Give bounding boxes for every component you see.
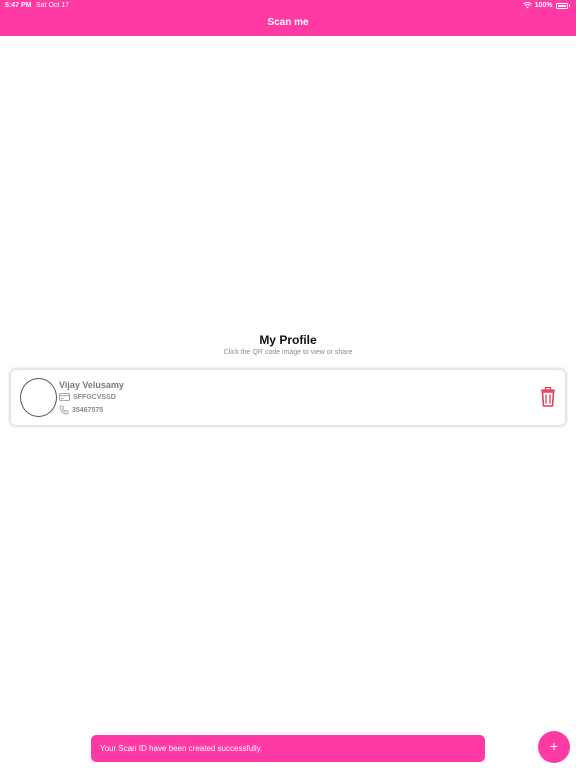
phone-icon [59, 405, 69, 415]
toast-message: Your Scan ID have been created successfu… [91, 735, 485, 762]
header-bar: 5:47 PM Sat Oct 17 100% Scan me [0, 0, 576, 36]
profile-heading: My Profile [259, 333, 317, 347]
page-title: Scan me [267, 17, 309, 28]
profile-id: SFFGCVSSD [73, 393, 116, 401]
status-bar: 5:47 PM Sat Oct 17 100% [0, 0, 576, 12]
id-row: SFFGCVSSD [59, 393, 116, 401]
battery-percent: 100% [534, 2, 553, 9]
profile-phone: 35467575 [72, 406, 104, 414]
phone-row: 35467575 [59, 405, 103, 415]
page: 5:47 PM Sat Oct 17 100% Scan me My Profi… [0, 0, 576, 768]
status-date: Sat Oct 17 [36, 2, 70, 9]
status-right: 100% [522, 2, 570, 9]
trash-icon[interactable] [540, 387, 556, 407]
profile-name: Vijay Velusamy [59, 380, 124, 390]
status-time: 5:47 PM [5, 2, 32, 9]
qr-code-image[interactable] [20, 378, 57, 417]
wifi-icon [522, 2, 532, 9]
profile-subtitle: Click the QR code image to view or share [223, 349, 353, 356]
add-button[interactable]: + [538, 731, 570, 763]
battery-icon [555, 2, 568, 9]
id-card-icon [59, 393, 70, 401]
profile-card[interactable]: Vijay Velusamy SFFGCVSSD 35467575 [10, 369, 566, 426]
battery-tip [568, 4, 570, 7]
